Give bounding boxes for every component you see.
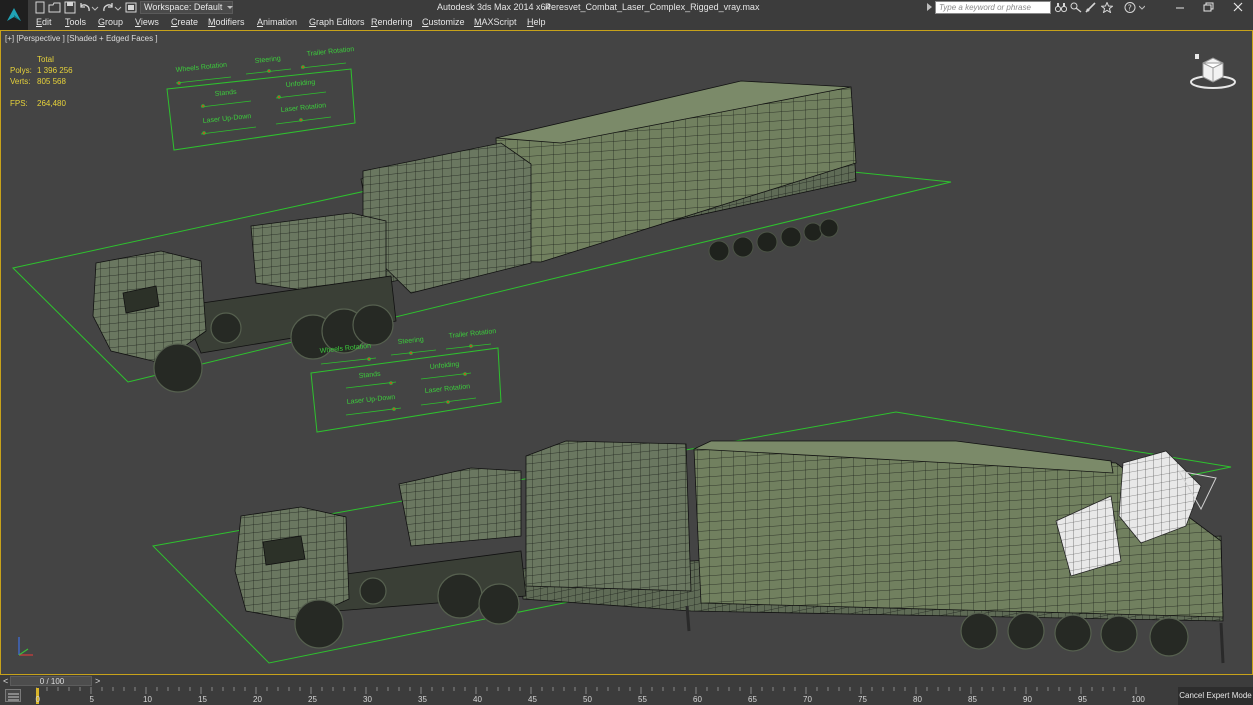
- mini-curve-editor-toggle[interactable]: [5, 689, 21, 702]
- close-button[interactable]: [1223, 0, 1253, 15]
- app-title: Autodesk 3ds Max 2014 x64: [437, 2, 551, 12]
- cp2-stands[interactable]: Stands: [358, 371, 381, 380]
- timeline-tick-label: 100: [1131, 695, 1145, 704]
- timeline-tick-label: 5: [89, 695, 94, 704]
- cp2-unfolding[interactable]: Unfolding: [429, 361, 459, 371]
- cp1-wheels-rotation[interactable]: Wheels Rotation: [175, 62, 227, 74]
- cp1-stands[interactable]: Stands: [214, 89, 237, 98]
- menu-animation[interactable]: Animation: [257, 16, 297, 29]
- menu-tools[interactable]: Tools: [65, 16, 86, 29]
- project-folder-icon[interactable]: [124, 1, 138, 14]
- menu-rendering[interactable]: Rendering: [371, 16, 413, 29]
- timeline-tick-label: 55: [638, 695, 647, 704]
- max-logo-icon: [7, 8, 21, 21]
- trailer-front-module-lower: [525, 440, 692, 592]
- timeline-tick-label: 15: [198, 695, 207, 704]
- axis-tripod-icon: [18, 637, 33, 656]
- workspace-dropdown[interactable]: Workspace: Default: [140, 1, 233, 14]
- menu-edit[interactable]: Edit: [36, 16, 52, 29]
- timeline-tick-label: 10: [143, 695, 152, 704]
- minimize-button[interactable]: [1165, 0, 1195, 15]
- cancel-expert-mode-button[interactable]: Cancel Expert Mode: [1178, 687, 1253, 705]
- menu-graph-editors[interactable]: Graph Editors: [309, 16, 365, 29]
- time-next-button[interactable]: >: [95, 675, 100, 687]
- lower-model[interactable]: Wheels Rotation Steering Trailer Rotatio…: [151, 328, 1232, 664]
- truck-generator-box-lower: [398, 467, 522, 547]
- timeline-tick-label: 30: [363, 695, 372, 704]
- menu-modifiers[interactable]: Modifiers: [208, 16, 245, 29]
- save-file-icon[interactable]: [63, 1, 77, 14]
- menu-customize[interactable]: Customize: [422, 16, 465, 29]
- open-file-icon[interactable]: [48, 1, 62, 14]
- restore-button[interactable]: [1193, 0, 1223, 15]
- communication-center-icon[interactable]: [1085, 2, 1097, 13]
- viewcube-icon[interactable]: [1189, 51, 1237, 95]
- menu-create[interactable]: Create: [171, 16, 198, 29]
- quick-access-dropdown-icon[interactable]: [226, 1, 234, 14]
- time-slider[interactable]: 0 / 100: [10, 676, 92, 686]
- title-bar: Workspace: Default Autodesk 3ds Max 2014…: [0, 0, 1253, 15]
- track-bar: 0 5 10 15 20 25 30 35 40 45 50 55 60 65 70 75 80 85 90 95 10…: [0, 687, 1253, 705]
- timeline-tick-label: 80: [913, 695, 922, 704]
- time-slider-frame: 0 / 100: [39, 677, 65, 686]
- help-dropdown-icon[interactable]: [1138, 2, 1146, 13]
- redo-icon[interactable]: [101, 1, 115, 14]
- rear-stand-lower: [1219, 622, 1225, 664]
- timeline-tick-label: 25: [308, 695, 317, 704]
- undo-dropdown-icon[interactable]: [91, 1, 99, 14]
- binoculars-icon[interactable]: [1054, 2, 1068, 13]
- timeline-tick-label: 85: [968, 695, 977, 704]
- menu-maxscript[interactable]: MAXScript: [474, 16, 517, 29]
- application-button[interactable]: [0, 0, 28, 30]
- control-panel-lower[interactable]: [310, 347, 502, 433]
- menu-bar: Edit Tools Group Views Create Modifiers …: [28, 15, 1253, 30]
- subscription-key-icon[interactable]: [1070, 2, 1082, 13]
- time-prev-button[interactable]: <: [3, 675, 8, 687]
- upper-model[interactable]: Wheels Rotation Steering Trailer Rotatio…: [11, 46, 952, 393]
- svg-text:?: ?: [1128, 4, 1132, 13]
- timeline-tick-label: 75: [858, 695, 867, 704]
- new-file-icon[interactable]: [33, 1, 47, 14]
- timeline-tick-label: 95: [1078, 695, 1087, 704]
- help-icon[interactable]: ?: [1124, 2, 1138, 13]
- file-title: Peresvet_Combat_Laser_Complex_Rigged_vra…: [545, 2, 760, 12]
- cp2-laser-rotation[interactable]: Laser Rotation: [424, 383, 470, 395]
- cp1-laser-rotation[interactable]: Laser Rotation: [280, 102, 326, 114]
- redo-dropdown-icon[interactable]: [114, 1, 122, 14]
- curve-editor-icon: [8, 693, 19, 701]
- trailer-front-module: [362, 142, 532, 294]
- workspace-label: Workspace: Default: [144, 2, 223, 12]
- timeline-tick-label: 70: [803, 695, 812, 704]
- timeline-tick-label: 20: [253, 695, 262, 704]
- timeline-tick-label: 40: [473, 695, 482, 704]
- scene-canvas[interactable]: Wheels Rotation Steering Trailer Rotatio…: [1, 31, 1252, 674]
- perspective-viewport[interactable]: [+] [Perspective ] [Shaded + Edged Faces…: [0, 30, 1253, 675]
- cp1-laser-up-down[interactable]: Laser Up-Down: [202, 113, 251, 125]
- cp2-trailer-rotation[interactable]: Trailer Rotation: [448, 328, 496, 340]
- timeline-tick-label: 0: [35, 695, 40, 704]
- time-slider-bar: < 0 / 100 >: [0, 675, 1253, 687]
- timeline-tick-label: 35: [418, 695, 427, 704]
- timeline-tick-label: 65: [748, 695, 757, 704]
- timeline-tick-label: 50: [583, 695, 592, 704]
- menu-help[interactable]: Help: [527, 16, 546, 29]
- mid-stand-lower: [685, 605, 691, 632]
- timeline-ruler[interactable]: [36, 687, 1176, 705]
- cp1-sliders[interactable]: [175, 62, 347, 135]
- cp2-steering[interactable]: Steering: [397, 336, 424, 346]
- cp1-unfolding[interactable]: Unfolding: [285, 79, 315, 89]
- undo-icon[interactable]: [78, 1, 92, 14]
- search-placeholder: Type a keyword or phrase: [939, 3, 1031, 12]
- cp1-steering[interactable]: Steering: [254, 55, 281, 65]
- timeline-tick-label: 45: [528, 695, 537, 704]
- menu-views[interactable]: Views: [135, 16, 159, 29]
- timeline-tick-label: 60: [693, 695, 702, 704]
- search-input[interactable]: Type a keyword or phrase: [935, 1, 1051, 14]
- timeline-tick-label: 90: [1023, 695, 1032, 704]
- favorites-star-icon[interactable]: [1100, 1, 1114, 14]
- cp2-laser-up-down[interactable]: Laser Up-Down: [346, 394, 395, 406]
- cp1-trailer-rotation[interactable]: Trailer Rotation: [306, 46, 354, 58]
- search-expand-icon[interactable]: [927, 3, 932, 11]
- menu-group[interactable]: Group: [98, 16, 123, 29]
